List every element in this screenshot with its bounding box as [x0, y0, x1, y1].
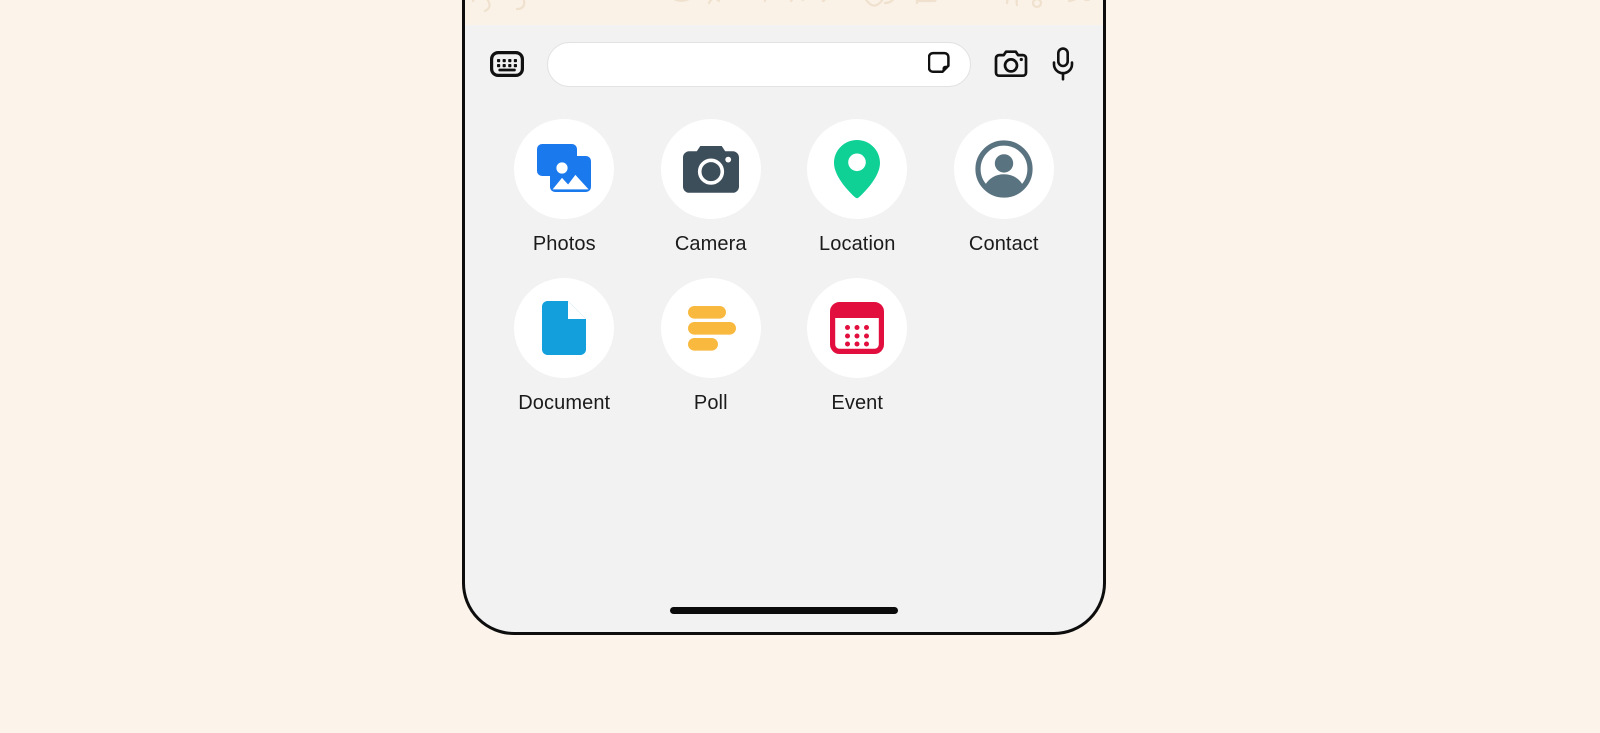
photos-icon-circle[interactable]: [514, 119, 615, 219]
attachment-item-photos[interactable]: Photos: [491, 119, 638, 256]
attachment-item-event[interactable]: Event: [784, 278, 931, 415]
chat-wallpaper: [465, 0, 1103, 25]
sticker-icon: [927, 51, 950, 73]
event-icon-circle[interactable]: [807, 278, 908, 378]
attachment-item-location[interactable]: Location: [784, 119, 931, 256]
document-icon-circle[interactable]: [514, 278, 615, 378]
contact-icon-circle[interactable]: [953, 119, 1054, 219]
event-calendar-icon: [830, 302, 885, 354]
attachment-grid-empty-cell: [931, 278, 1078, 415]
camera-capture-button[interactable]: [989, 42, 1033, 86]
message-input-field[interactable]: [547, 41, 971, 87]
camera-icon-circle[interactable]: [660, 119, 761, 219]
photos-icon: [537, 144, 592, 192]
contact-icon: [975, 140, 1033, 198]
camera-icon: [682, 146, 739, 193]
attachment-item-camera[interactable]: Camera: [638, 119, 785, 256]
poll-icon-circle[interactable]: [660, 278, 761, 378]
sticker-button[interactable]: [926, 49, 956, 79]
attachment-label-contact: Contact: [968, 233, 1039, 255]
poll-icon: [687, 306, 736, 351]
attachment-item-contact[interactable]: Contact: [931, 119, 1078, 256]
home-indicator[interactable]: [670, 607, 898, 614]
phone-frame: Photos Camera Location Contact Document …: [462, 0, 1106, 635]
attachment-grid: Photos Camera Location Contact Document …: [465, 119, 1103, 415]
attachment-item-document[interactable]: Document: [491, 278, 638, 415]
document-icon: [542, 301, 587, 355]
chat-composer-bar: [465, 25, 1103, 103]
wallpaper-doodle-pattern: [471, 0, 1091, 13]
location-pin-icon: [834, 140, 881, 199]
keyboard-button[interactable]: [487, 44, 527, 84]
attachment-label-event: Event: [831, 392, 884, 414]
attachment-item-poll[interactable]: Poll: [638, 278, 785, 415]
attachment-label-photos: Photos: [532, 233, 596, 255]
keyboard-icon: [490, 51, 524, 77]
location-icon-circle[interactable]: [807, 119, 908, 219]
camera-outline-icon: [994, 50, 1028, 78]
microphone-button[interactable]: [1041, 42, 1085, 86]
attachment-label-location: Location: [819, 233, 896, 255]
attachment-label-document: Document: [518, 392, 611, 414]
attachment-label-poll: Poll: [693, 392, 728, 414]
microphone-icon: [1052, 47, 1074, 81]
attachment-label-camera: Camera: [674, 233, 747, 255]
